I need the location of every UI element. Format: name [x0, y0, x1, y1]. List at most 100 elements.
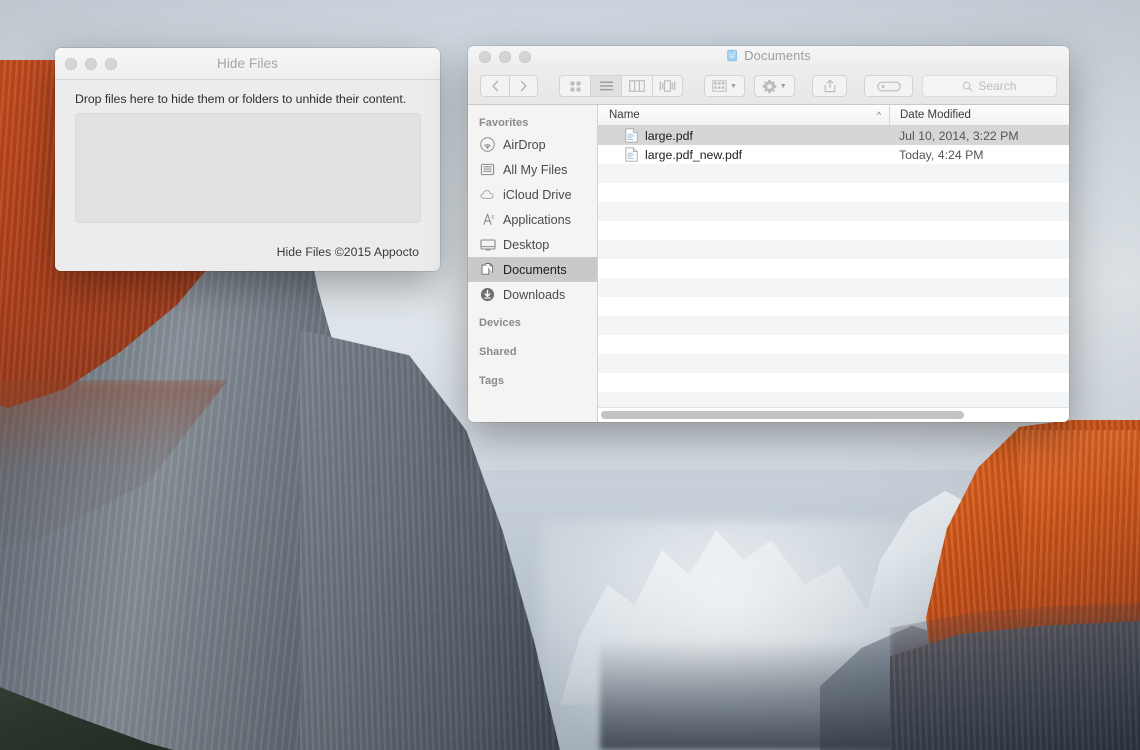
wallpaper-left-cliff-fade — [0, 380, 228, 550]
wallpaper-right-cliff-edge — [1020, 430, 1140, 750]
desktop-icon — [479, 236, 496, 253]
close-button[interactable] — [65, 57, 77, 70]
scrollbar-thumb[interactable] — [601, 411, 964, 419]
column-header-date-modified[interactable]: Date Modified — [889, 105, 1069, 125]
file-name-label: large.pdf_new.pdf — [645, 147, 743, 162]
sidebar-item-label: AirDrop — [503, 137, 546, 152]
sort-ascending-icon: ^ — [876, 110, 881, 120]
window-controls[interactable] — [479, 51, 531, 63]
empty-row — [598, 373, 1069, 392]
file-drop-zone[interactable] — [75, 113, 421, 223]
coverflow-view-button[interactable] — [652, 75, 683, 97]
pdf-file-icon — [625, 147, 638, 162]
minimize-button[interactable] — [499, 51, 511, 63]
empty-row — [598, 316, 1069, 335]
table-row[interactable]: large.pdf_new.pdf Today, 4:24 PM — [598, 145, 1069, 164]
sidebar-item-all-my-files[interactable]: All My Files — [468, 157, 597, 182]
pdf-file-icon — [625, 128, 638, 143]
sidebar-item-label: Documents — [503, 262, 567, 277]
icloud-icon — [479, 186, 496, 203]
chevron-down-icon: ▼ — [729, 82, 737, 90]
search-placeholder: Search — [978, 79, 1017, 93]
action-button[interactable]: ▼ — [753, 75, 795, 97]
list-view-button[interactable] — [590, 75, 621, 97]
finder-titlebar[interactable]: Documents — [468, 46, 1069, 68]
empty-row — [598, 354, 1069, 373]
tag-button[interactable] — [864, 75, 913, 97]
empty-row — [598, 297, 1069, 316]
sidebar-item-icloud-drive[interactable]: iCloud Drive — [468, 182, 597, 207]
documents-icon — [479, 261, 496, 278]
file-list-pane: Name ^ Date Modified large.pdf Jul 10, 2… — [598, 105, 1069, 422]
column-headers: Name ^ Date Modified — [598, 105, 1069, 126]
folder-icon — [726, 49, 739, 62]
empty-row — [598, 278, 1069, 297]
finder-window[interactable]: Documents ▼ ▼ Search Favorites AirDrop A… — [468, 46, 1069, 422]
arrange-icon — [712, 80, 727, 92]
column-header-name-label: Name — [609, 109, 640, 121]
sidebar-item-label: Desktop — [503, 237, 550, 252]
wallpaper-distant-range — [560, 530, 900, 705]
wallpaper-right-cliff-shadowline — [890, 601, 1140, 670]
zoom-button[interactable] — [105, 57, 117, 70]
file-rows: large.pdf Jul 10, 2014, 3:22 PM large.pd… — [598, 126, 1069, 407]
hide-files-titlebar[interactable]: Hide Files — [55, 48, 440, 80]
empty-row — [598, 183, 1069, 202]
file-date-cell: Jul 10, 2014, 3:22 PM — [899, 128, 1019, 143]
search-field[interactable]: Search — [921, 75, 1057, 97]
wallpaper-valley-shadow — [600, 640, 930, 750]
sidebar-item-downloads[interactable]: Downloads — [468, 282, 597, 307]
file-name-label: large.pdf — [645, 128, 693, 143]
finder-sidebar: Favorites AirDrop All My Files iCloud Dr… — [468, 105, 598, 422]
airdrop-icon — [479, 136, 496, 153]
wallpaper-right-cliff — [926, 420, 1140, 750]
share-button[interactable] — [811, 75, 848, 97]
view-mode-buttons — [559, 75, 683, 97]
empty-row — [598, 221, 1069, 240]
close-button[interactable] — [479, 51, 491, 63]
forward-button[interactable] — [509, 75, 538, 97]
finder-title-group: Documents — [468, 48, 1069, 63]
downloads-icon — [479, 286, 496, 303]
wallpaper-mid-ridge — [820, 625, 1050, 750]
table-row[interactable]: large.pdf Jul 10, 2014, 3:22 PM — [598, 126, 1069, 145]
chevron-down-icon: ▼ — [779, 82, 787, 90]
wallpaper-right-cliff-base — [890, 620, 1140, 750]
finder-toolbar: ▼ ▼ Search — [468, 68, 1069, 105]
empty-row — [598, 164, 1069, 183]
drop-instruction-text: Drop files here to hide them or folders … — [75, 92, 407, 106]
share-icon — [824, 79, 835, 93]
finder-main: Favorites AirDrop All My Files iCloud Dr… — [468, 105, 1069, 422]
wallpaper-forest-slope — [0, 683, 210, 750]
search-icon — [962, 81, 974, 92]
sidebar-header-tags: Tags — [479, 375, 505, 387]
sidebar-header-devices: Devices — [479, 317, 521, 329]
wallpaper-half-dome — [860, 490, 1070, 750]
sidebar-item-label: iCloud Drive — [503, 187, 572, 202]
sidebar-item-label: Applications — [503, 212, 571, 227]
column-header-name[interactable]: Name ^ — [598, 105, 889, 125]
sidebar-item-airdrop[interactable]: AirDrop — [468, 132, 597, 157]
arrange-button[interactable]: ▼ — [704, 75, 745, 97]
sidebar-item-desktop[interactable]: Desktop — [468, 232, 597, 257]
hide-files-window[interactable]: Hide Files Drop files here to hide them … — [55, 48, 440, 271]
sidebar-header-favorites: Favorites — [479, 117, 529, 129]
all-my-files-icon — [479, 161, 496, 178]
sidebar-item-documents[interactable]: Documents — [468, 257, 597, 282]
column-header-date-label: Date Modified — [900, 109, 971, 121]
sidebar-item-label: Downloads — [503, 287, 566, 302]
icon-view-button[interactable] — [559, 75, 590, 97]
applications-icon — [479, 211, 496, 228]
zoom-button[interactable] — [519, 51, 531, 63]
copyright-text: Hide Files ©2015 Appocto — [276, 245, 419, 259]
column-view-button[interactable] — [621, 75, 652, 97]
wallpaper-valley-haze — [540, 520, 960, 750]
window-controls[interactable] — [65, 57, 117, 70]
sidebar-item-applications[interactable]: Applications — [468, 207, 597, 232]
sidebar-header-shared: Shared — [479, 346, 517, 358]
empty-row — [598, 335, 1069, 354]
navigation-buttons — [480, 75, 538, 97]
horizontal-scrollbar[interactable] — [598, 407, 1069, 422]
minimize-button[interactable] — [85, 57, 97, 70]
back-button[interactable] — [480, 75, 509, 97]
